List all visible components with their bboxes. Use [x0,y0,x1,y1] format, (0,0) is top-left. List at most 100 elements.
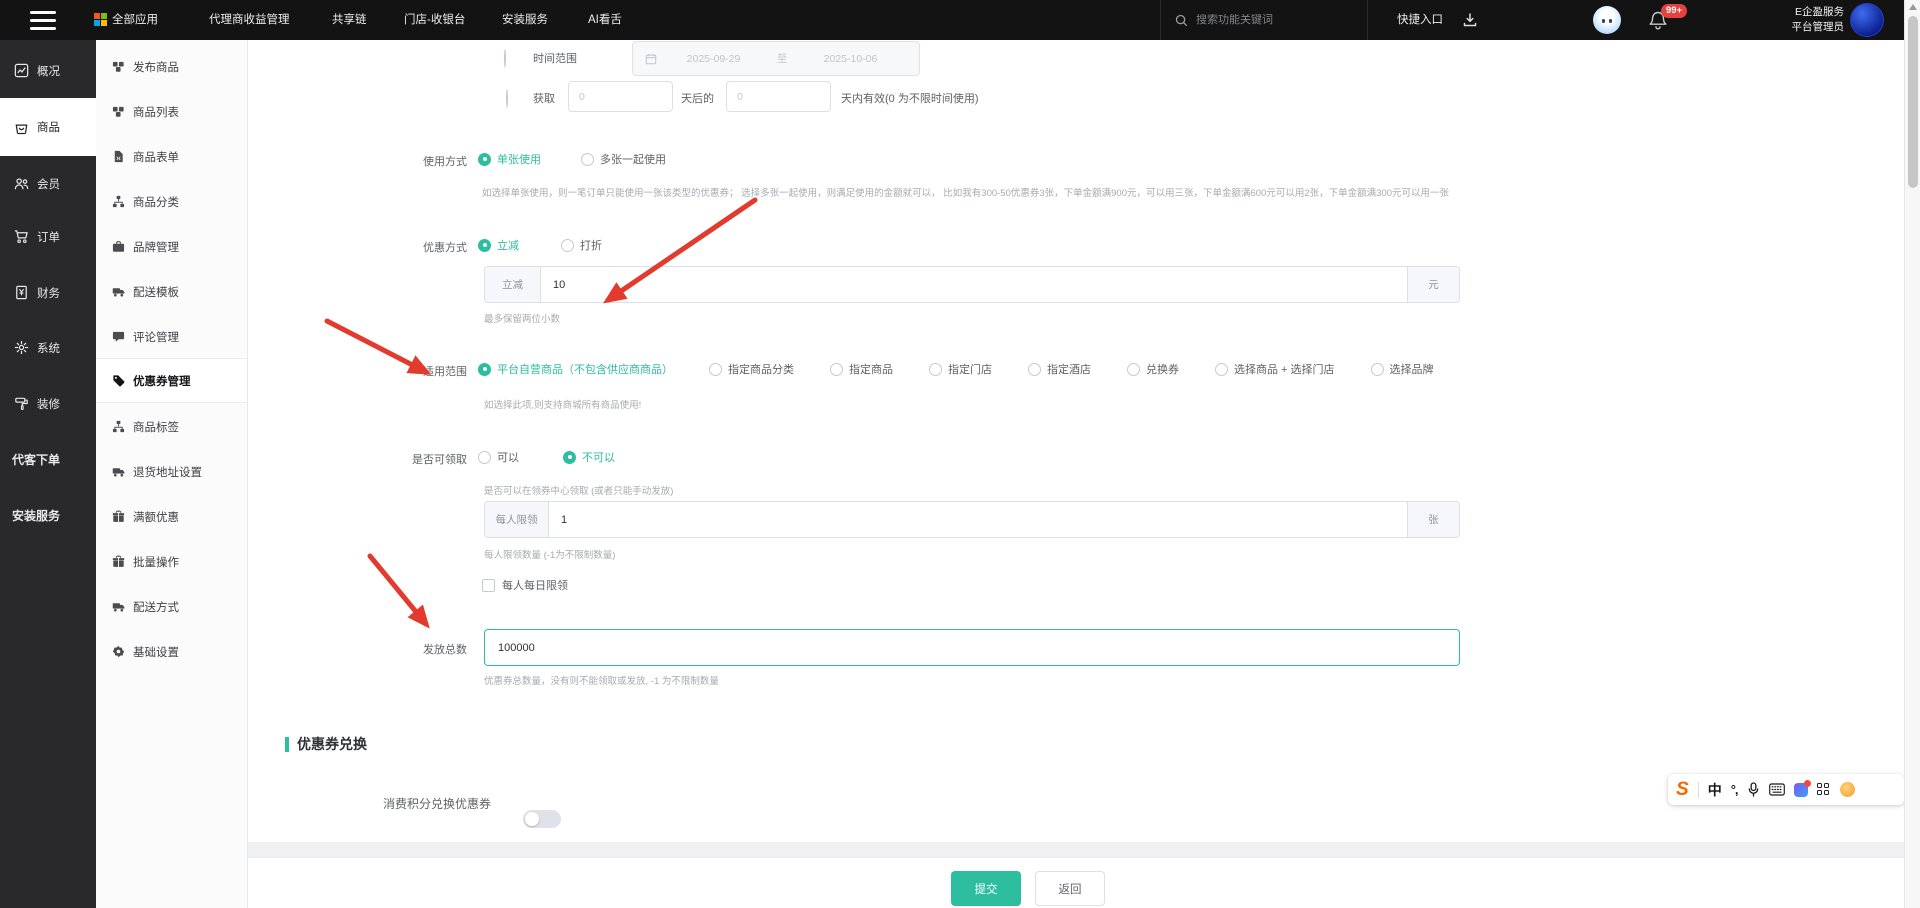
sidebar-item-finance[interactable]: 财务 [0,265,96,320]
nav-store-cashier[interactable]: 门店-收银台 [404,0,465,40]
finance-icon [16,285,27,300]
discount-amount-input[interactable] [541,267,1407,302]
scope-option-hotel[interactable]: 指定酒店 [1028,361,1091,377]
submenu-delivery-method[interactable]: 配送方式 [96,584,247,629]
ime-toolbox-grid-icon[interactable] [1816,782,1831,797]
scope-option-category[interactable]: 指定商品分类 [709,361,794,377]
submenu-return-address[interactable]: 退货地址设置 [96,449,247,494]
radio-icon [830,362,843,376]
back-button[interactable]: 返回 [1035,871,1105,906]
submenu-brand-management[interactable]: 品牌管理 [96,224,247,269]
discount-amount-group: 立减 元 [484,266,1460,303]
claim-option-yes[interactable]: 可以 [478,449,519,465]
nav-all-apps[interactable]: 全部应用 [112,0,158,40]
ime-emoji-icon[interactable] [1839,782,1855,797]
total-input-wrap [484,629,1460,666]
discount-hint: 最多保留两位小数 [484,314,561,325]
radio-icon [929,362,942,376]
scope-option-brand[interactable]: 选择品牌 [1370,361,1434,377]
submit-button[interactable]: 提交 [951,871,1021,906]
user-info[interactable]: E企盈服务 平台管理员 [1758,5,1845,35]
total-hint: 优惠券总数量，没有则不能领取或发放, -1 为不限制数量 [484,676,719,687]
time-range-radio[interactable] [504,49,506,68]
ai-assistant-icon[interactable] [1593,6,1621,34]
scope-option-platform-self[interactable]: 平台自营商品（不包含供应商商品） [478,361,673,377]
submenu-full-discount[interactable]: 满额优惠 [96,494,247,539]
points-exchange-label: 消费积分兑换优惠券 [383,797,492,811]
sidebar-label: 装修 [37,398,60,411]
ime-punctuation-icon[interactable]: °, [1731,782,1739,797]
date-separator: 至 [776,53,788,65]
submenu-coupon-management[interactable]: 优惠券管理 [96,358,247,403]
claim-option-no[interactable]: 不可以 [563,449,615,465]
points-exchange-toggle[interactable] [523,810,561,828]
scope-option-voucher[interactable]: 兑换券 [1127,361,1179,377]
hamburger-menu-icon[interactable] [30,11,56,35]
file-icon [114,150,123,163]
sidebar-label: 概况 [37,65,60,78]
sidebar-item-decorate[interactable]: 装修 [0,376,96,431]
ime-skin-icon[interactable] [1793,779,1811,797]
end-date: 2025-10-06 [823,52,878,65]
user-role: 平台管理员 [1791,21,1845,33]
discount-option-percent[interactable]: 打折 [561,237,602,253]
scope-option-goods[interactable]: 指定商品 [830,361,893,377]
usage-option-multiple[interactable]: 多张一起使用 [581,151,666,167]
submenu-goods-category[interactable]: 商品分类 [96,179,247,224]
submenu-publish-goods[interactable]: 发布商品 [96,44,247,89]
all-apps-icon [94,13,107,26]
claim-limit-input[interactable] [549,502,1407,537]
quick-entry-link[interactable]: 快捷入口 [1397,0,1443,40]
submenu-goods-form[interactable]: 商品表单 [96,134,247,179]
sidebar-item-members[interactable]: 会员 [0,156,96,211]
keyboard-icon[interactable] [1768,783,1785,796]
acquire-valid-days-input[interactable] [726,81,831,112]
sidebar-item-valet-order[interactable]: 代客下单 [0,432,96,487]
submenu-batch-operation[interactable]: 批量操作 [96,539,247,584]
user-avatar[interactable] [1850,3,1884,37]
discount-amount-unit: 元 [1407,267,1459,302]
scrollbar-thumb[interactable] [1908,16,1918,188]
coupon-tag-icon [113,375,125,387]
ime-chinese-mode[interactable]: 中 [1708,780,1722,800]
page-scrollbar[interactable] [1904,0,1920,908]
nav-install-service[interactable]: 安装服务 [502,0,548,40]
scope-option-goods-plus-store[interactable]: 选择商品 + 选择门店 [1215,361,1335,377]
acquire-days-after-input[interactable] [568,81,673,112]
usage-option-single[interactable]: 单张使用 [478,151,541,167]
total-input[interactable] [485,641,1459,654]
submenu-basic-settings[interactable]: 基础设置 [96,629,247,674]
submenu-delivery-template[interactable]: 配送模板 [96,269,247,314]
submenu-label: 商品列表 [133,106,179,119]
settings-gear-icon [112,645,125,658]
nav-share-chain[interactable]: 共享链 [332,0,367,40]
sogou-logo-icon[interactable]: S [1676,780,1689,799]
submenu-label: 退货地址设置 [133,466,202,479]
sidebar-label: 财务 [37,287,60,300]
system-gear-icon [14,340,29,355]
submenu-label: 品牌管理 [133,241,179,254]
sidebar-item-system[interactable]: 系统 [0,320,96,375]
nav-agent-revenue[interactable]: 代理商收益管理 [209,0,290,40]
search-input[interactable] [1196,14,1346,26]
download-icon[interactable] [1462,12,1478,28]
date-range-picker[interactable]: 2025-09-29 至 2025-10-06 [632,41,920,76]
submenu-comment-management[interactable]: 评论管理 [96,314,247,359]
sidebar-item-overview[interactable]: 概况 [0,43,96,98]
acquire-days-radio[interactable] [506,89,508,108]
submenu-label: 满额优惠 [133,511,179,524]
scope-option-store[interactable]: 指定门店 [929,361,992,377]
daily-limit-checkbox[interactable] [482,578,495,592]
discount-option-reduce[interactable]: 立减 [478,237,519,253]
navbar-search[interactable] [1160,0,1368,40]
time-range-label: 时间范围 [533,53,577,65]
scrollbar-up-arrow-icon[interactable] [1909,4,1917,10]
sidebar-item-orders[interactable]: 订单 [0,209,96,264]
sidebar-item-goods[interactable]: 商品 [0,98,96,156]
nav-ai-tongue[interactable]: AI看舌 [588,0,622,40]
submenu-goods-list[interactable]: 商品列表 [96,89,247,134]
microphone-icon[interactable] [1747,782,1760,797]
sidebar-item-install-service[interactable]: 安装服务 [0,488,96,543]
members-icon [14,178,29,190]
submenu-goods-tags[interactable]: 商品标签 [96,404,247,449]
